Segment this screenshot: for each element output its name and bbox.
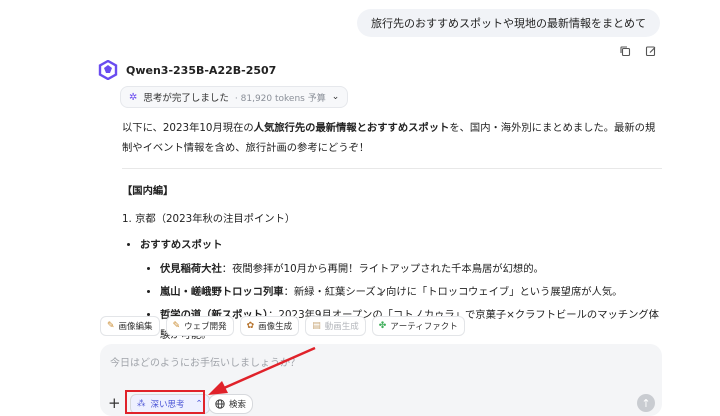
- annotation-arrow: [208, 346, 316, 395]
